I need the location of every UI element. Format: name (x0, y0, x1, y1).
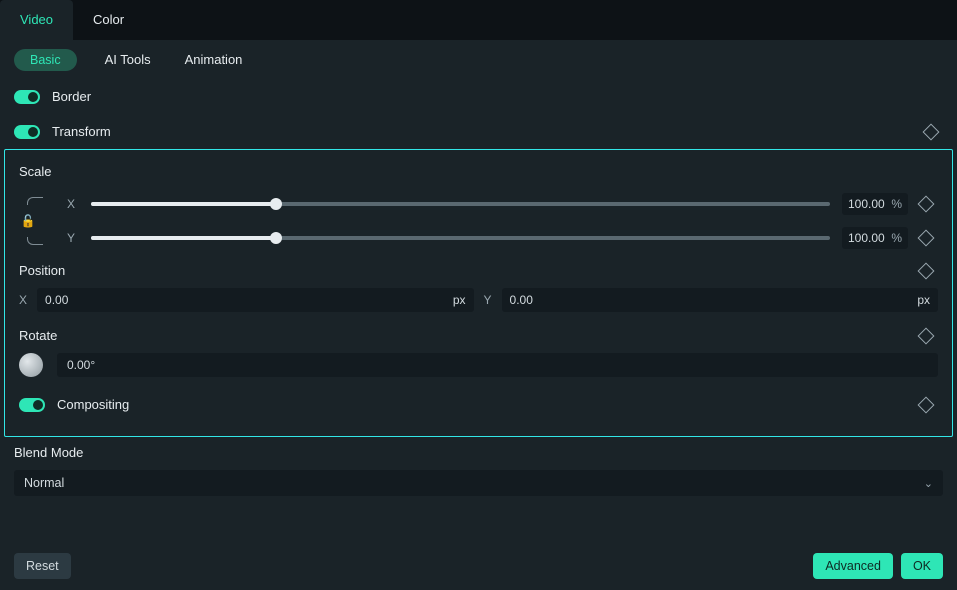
toggle-transform[interactable] (14, 125, 40, 139)
chevron-down-icon: ⌄ (924, 477, 933, 490)
position-y-axis: Y (484, 293, 492, 307)
rotate-row: 0.00° (5, 349, 952, 381)
scale-y-axis: Y (67, 231, 79, 245)
subtab-ai-tools[interactable]: AI Tools (99, 48, 157, 71)
position-x-unit: px (453, 293, 466, 307)
rotate-header: Rotate (5, 320, 952, 349)
label-compositing: Compositing (57, 397, 129, 412)
ok-button[interactable]: OK (901, 553, 943, 579)
rotate-input[interactable]: 0.00° (57, 353, 938, 377)
rotate-value: 0.00° (67, 358, 95, 372)
scale-x-unit: % (891, 197, 902, 211)
label-scale: Scale (5, 158, 952, 187)
section-compositing: Compositing (5, 381, 952, 422)
keyframe-scale-y[interactable] (918, 230, 935, 247)
advanced-button[interactable]: Advanced (813, 553, 893, 579)
reset-button[interactable]: Reset (14, 553, 71, 579)
position-y-input[interactable]: 0.00 px (502, 288, 938, 312)
highlighted-region: Scale 🔓 X 100.00 % Y (4, 149, 953, 437)
scale-x-row: X 100.00 % (23, 187, 952, 221)
position-x-input[interactable]: 0.00 px (37, 288, 473, 312)
footer: Reset Advanced OK (0, 542, 957, 590)
scale-y-value[interactable]: 100.00 % (842, 227, 908, 249)
lock-icon[interactable]: 🔓 (21, 213, 36, 229)
rotate-knob[interactable] (19, 353, 43, 377)
top-tabbar: Video Color (0, 0, 957, 40)
label-blend-mode: Blend Mode (0, 437, 957, 468)
scale-y-value-text: 100.00 (848, 231, 885, 245)
position-row: X 0.00 px Y 0.00 px (5, 284, 952, 320)
keyframe-rotate[interactable] (918, 327, 935, 344)
section-border: Border (0, 79, 957, 114)
scale-x-value-text: 100.00 (848, 197, 885, 211)
scale-lock-column: 🔓 (19, 187, 37, 255)
blend-mode-value: Normal (24, 476, 64, 490)
label-position: Position (19, 263, 920, 278)
section-transform: Transform (0, 114, 957, 149)
position-y-unit: px (917, 293, 930, 307)
scale-y-unit: % (891, 231, 902, 245)
subtab-animation[interactable]: Animation (179, 48, 249, 71)
subtab-basic[interactable]: Basic (14, 49, 77, 71)
toggle-border[interactable] (14, 90, 40, 104)
video-properties-panel: Video Color Basic AI Tools Animation Bor… (0, 0, 957, 590)
position-x-value: 0.00 (45, 293, 68, 307)
position-y-value: 0.00 (510, 293, 533, 307)
scale-x-value[interactable]: 100.00 % (842, 193, 908, 215)
scale-group: 🔓 X 100.00 % Y (5, 187, 952, 255)
scale-y-row: Y 100.00 % (23, 221, 952, 255)
keyframe-scale-x[interactable] (918, 196, 935, 213)
scale-y-slider-thumb[interactable] (270, 232, 282, 244)
scale-y-slider[interactable] (91, 236, 830, 240)
tab-color[interactable]: Color (73, 0, 144, 40)
keyframe-position[interactable] (918, 262, 935, 279)
scale-x-axis: X (67, 197, 79, 211)
keyframe-transform[interactable] (923, 123, 940, 140)
position-header: Position (5, 255, 952, 284)
sub-nav: Basic AI Tools Animation (0, 40, 957, 79)
label-rotate: Rotate (19, 328, 920, 343)
position-x-axis: X (19, 293, 27, 307)
tab-video[interactable]: Video (0, 0, 73, 40)
scale-x-slider[interactable] (91, 202, 830, 206)
label-border: Border (52, 89, 91, 104)
scale-x-slider-fill (91, 202, 276, 206)
blend-mode-select[interactable]: Normal ⌄ (14, 470, 943, 496)
keyframe-compositing[interactable] (918, 396, 935, 413)
scale-x-slider-thumb[interactable] (270, 198, 282, 210)
scale-y-slider-fill (91, 236, 276, 240)
label-transform: Transform (52, 124, 111, 139)
toggle-compositing[interactable] (19, 398, 45, 412)
